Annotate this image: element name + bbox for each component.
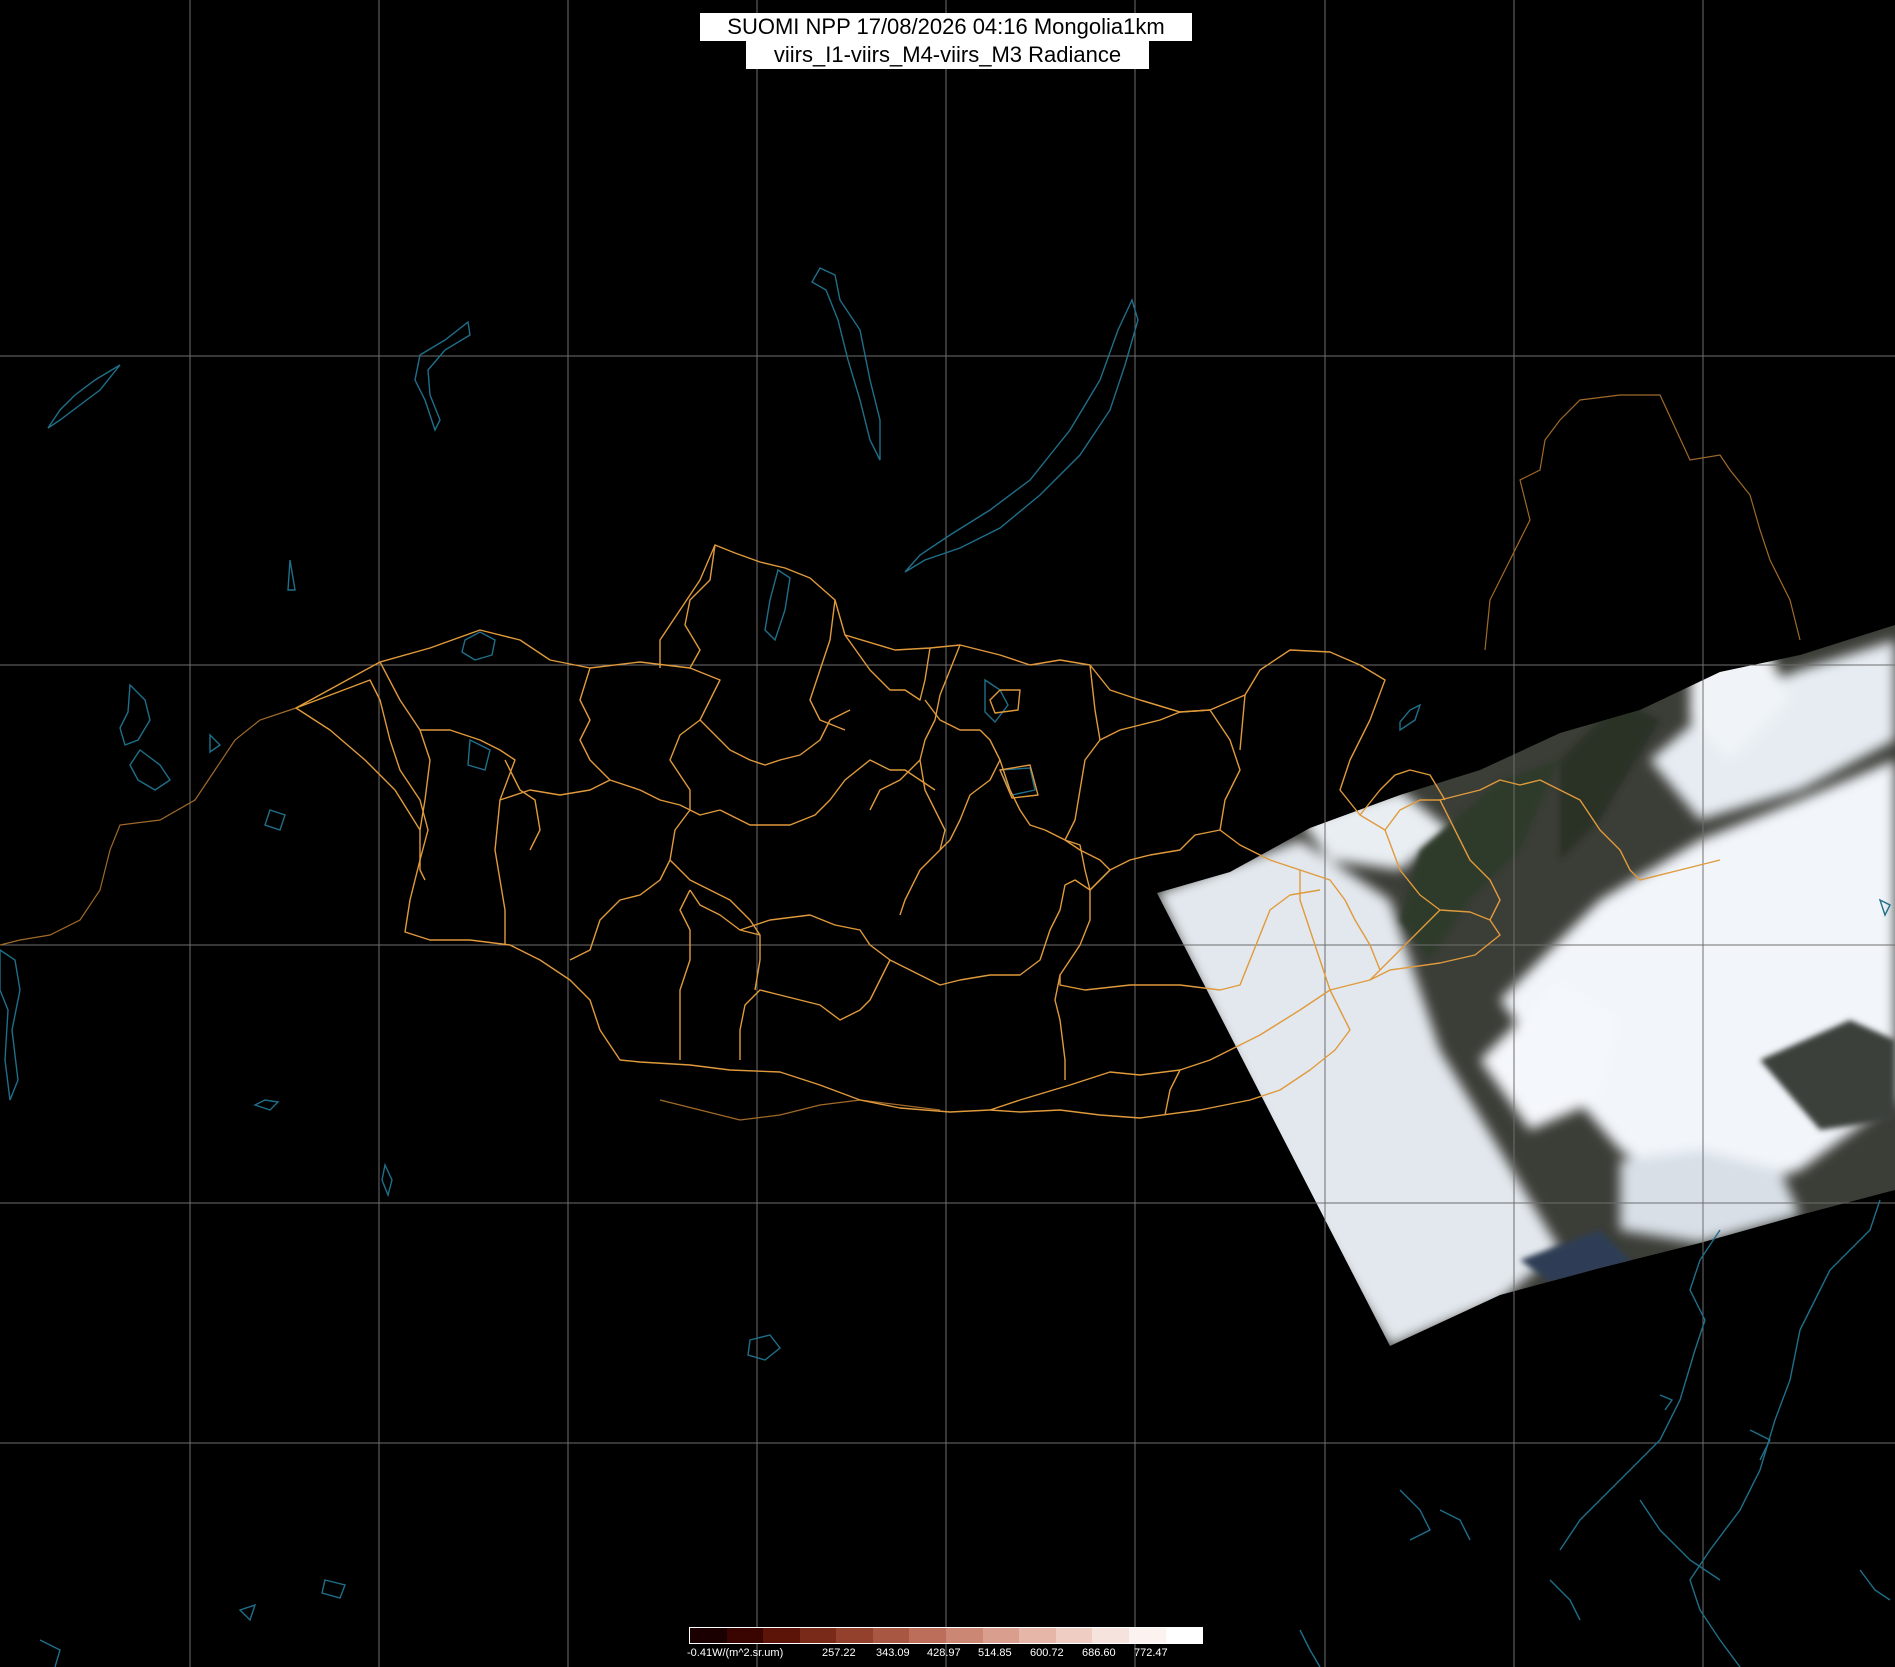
colorbar-tick: 686.60	[1082, 1647, 1116, 1659]
colorbar-tick: 772.47	[1134, 1647, 1168, 1659]
colorbar-swatch	[982, 1628, 1020, 1643]
colorbar	[689, 1627, 1203, 1644]
colorbar-swatch	[1165, 1628, 1203, 1643]
colorbar-tick: 428.97	[927, 1647, 961, 1659]
colorbar-swatch	[909, 1628, 947, 1643]
colorbar-swatch	[836, 1628, 873, 1643]
colorbar-unit-label: -0.41W/(m^2.sr.um)	[687, 1647, 784, 1659]
colorbar-tick: 600.72	[1030, 1647, 1064, 1659]
colorbar-swatch	[1019, 1628, 1056, 1643]
colorbar-swatch	[872, 1628, 910, 1643]
colorbar-swatch	[1092, 1628, 1129, 1643]
colorbar-swatch	[946, 1628, 983, 1643]
colorbar-tick: 514.85	[978, 1647, 1012, 1659]
satellite-map	[0, 0, 1895, 1667]
colorbar-swatch	[763, 1628, 800, 1643]
colorbar-labels: -0.41W/(m^2.sr.um) 257.22 343.09 428.97 …	[684, 1646, 1244, 1662]
colorbar-tick: 257.22	[822, 1647, 856, 1659]
colorbar-swatch	[726, 1628, 764, 1643]
colorbar-tick: 343.09	[876, 1647, 910, 1659]
colorbar-swatch	[799, 1628, 837, 1643]
satellite-swath	[1157, 625, 1895, 1346]
colorbar-swatch	[690, 1628, 727, 1643]
colorbar-swatch	[1128, 1628, 1166, 1643]
map-title-line2: viirs_I1-viirs_M4-viirs_M3 Radiance	[746, 41, 1149, 69]
colorbar-swatch	[1055, 1628, 1093, 1643]
map-title-line1: SUOMI NPP 17/08/2026 04:16 Mongolia1km	[700, 13, 1192, 41]
